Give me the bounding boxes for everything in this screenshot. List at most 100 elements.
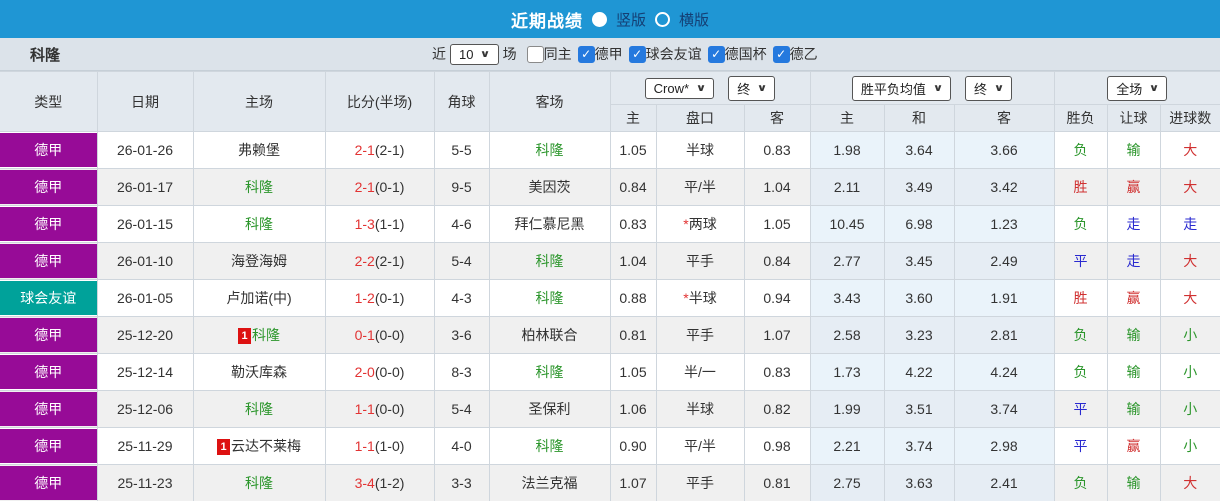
checkbox-label[interactable]: 德乙: [790, 44, 818, 64]
result-goals: 大: [1159, 279, 1220, 317]
league-badge: 球会友谊: [0, 281, 96, 315]
away-team-name[interactable]: 法兰克福: [522, 475, 578, 491]
match-date: 26-01-05: [96, 279, 194, 317]
checkbox-德国杯[interactable]: ✓: [707, 45, 725, 63]
result-goals: 小: [1159, 353, 1220, 391]
home-team-name[interactable]: 科隆: [245, 475, 273, 491]
checkbox-德乙[interactable]: ✓: [772, 45, 790, 63]
away-team-name[interactable]: 柏林联合: [522, 327, 578, 343]
away-team-cell: 圣保利: [488, 390, 611, 428]
avg-win: 1.98: [809, 131, 885, 169]
odds-home: 1.04: [609, 242, 657, 280]
checkbox-球会友谊[interactable]: ✓: [628, 45, 646, 63]
match-score: 3-4(1-2): [324, 464, 435, 501]
home-team-name[interactable]: 弗赖堡: [238, 142, 280, 158]
home-team-name[interactable]: 海登海姆: [231, 253, 287, 269]
vertical-layout-label[interactable]: 竖版: [616, 9, 646, 30]
subcol-avg-win: 主: [809, 104, 885, 132]
range-select[interactable]: 10 ∨: [450, 43, 499, 65]
away-team-name[interactable]: 圣保利: [529, 401, 571, 417]
avg-win: 2.77: [809, 242, 885, 280]
avg-odds-select[interactable]: 胜平负均值 ∨: [851, 75, 952, 101]
match-score: 1-1(1-0): [324, 427, 435, 465]
title-bar: 近期战绩 竖版 横版: [0, 0, 1220, 38]
away-team-name[interactable]: 科隆: [536, 253, 564, 269]
vertical-layout-radio[interactable]: [591, 11, 607, 27]
odds-away: 0.81: [743, 464, 811, 501]
odds-handicap: 平/半: [655, 427, 745, 465]
home-team-cell: 1 云达不莱梅: [192, 427, 326, 465]
odds-handicap: 平手: [655, 464, 745, 501]
checkbox-同主[interactable]: [526, 45, 544, 63]
league-type-cell: 德甲: [0, 131, 98, 169]
home-team-cell: 1 科隆: [192, 316, 326, 354]
halftime-score: (1-0): [374, 438, 405, 454]
fulltime-score: 3-4: [354, 475, 375, 491]
red-card-badge: 1: [217, 439, 230, 456]
fulltime-score: 0-1: [354, 327, 375, 343]
halftime-score: (0-0): [374, 364, 405, 380]
away-team-name[interactable]: 科隆: [536, 290, 564, 306]
halftime-score: (2-1): [374, 142, 405, 158]
home-team-name[interactable]: 科隆: [245, 179, 273, 195]
result-outcome: 负: [1053, 353, 1108, 391]
checkbox-label[interactable]: 德国杯: [725, 44, 767, 64]
home-team-name[interactable]: 科隆: [245, 401, 273, 417]
match-date: 26-01-15: [96, 205, 194, 243]
league-badge: 德甲: [0, 355, 96, 389]
table-row: 德甲 25-12-20 1 科隆 0-1(0-0) 3-6 柏林联合 0.81 平手 1.07 2.…: [0, 316, 1220, 354]
away-team-cell: 拜仁慕尼黑: [488, 205, 611, 243]
away-team-name[interactable]: 拜仁慕尼黑: [515, 216, 585, 232]
away-team-name[interactable]: 科隆: [536, 438, 564, 454]
odds-state-select[interactable]: 终 ∨: [728, 75, 776, 101]
handicap-text: 平/半: [684, 438, 716, 454]
checkbox-label[interactable]: 同主: [544, 44, 572, 64]
odds-company-select[interactable]: Crow* ∨: [644, 77, 715, 99]
handicap-text: 平手: [686, 327, 714, 343]
horizontal-layout-label[interactable]: 横版: [679, 9, 709, 30]
filter-controls: 近 10 ∨ 场 同主 ✓ 德甲 ✓ 球会友谊 ✓ 德国杯 ✓ 德乙: [432, 38, 818, 70]
result-handicap: 赢: [1106, 279, 1161, 317]
odds-state-value: 终: [737, 81, 751, 97]
checkbox-德甲[interactable]: ✓: [577, 45, 595, 63]
home-team-cell: 海登海姆: [192, 242, 326, 280]
match-date: 25-12-06: [96, 390, 194, 428]
result-outcome: 平: [1053, 390, 1108, 428]
odds-handicap: *两球: [655, 205, 745, 243]
home-team-cell: 卢加诺(中): [192, 279, 326, 317]
avg-state-select[interactable]: 终 ∨: [965, 75, 1013, 101]
chevron-down-icon: ∨: [993, 82, 1005, 94]
home-team-name[interactable]: 卢加诺(中): [226, 290, 291, 306]
home-team-name[interactable]: 勒沃库森: [231, 364, 287, 380]
home-team-name[interactable]: 科隆: [245, 216, 273, 232]
away-team-name[interactable]: 美因茨: [529, 179, 571, 195]
odds-home: 0.83: [609, 205, 657, 243]
checkbox-label[interactable]: 球会友谊: [646, 44, 702, 64]
scope-select[interactable]: 全场 ∨: [1107, 75, 1168, 101]
result-goals: 大: [1159, 131, 1220, 169]
home-team-name[interactable]: 科隆: [252, 327, 280, 343]
result-handicap: 输: [1106, 390, 1161, 428]
table-row: 德甲 25-12-14 勒沃库森 2-0(0-0) 8-3 科隆 1.05 半/一 0.83 1.…: [0, 353, 1220, 391]
away-team-name[interactable]: 科隆: [536, 364, 564, 380]
league-badge: 德甲: [0, 244, 96, 278]
team-filter-bar: 科隆 近 10 ∨ 场 同主 ✓ 德甲 ✓ 球会友谊 ✓ 德国杯 ✓ 德乙: [0, 38, 1220, 71]
home-team-name[interactable]: 云达不莱梅: [231, 438, 301, 454]
odds-home: 1.06: [609, 390, 657, 428]
table-row: 德甲 25-12-06 科隆 1-1(0-0) 5-4 圣保利 1.06 半球 0.82 1.99…: [0, 390, 1220, 428]
odds-home: 1.05: [609, 131, 657, 169]
away-team-cell: 法兰克福: [488, 464, 611, 501]
league-type-cell: 德甲: [0, 353, 98, 391]
avg-win: 2.11: [809, 168, 885, 206]
horizontal-layout-radio[interactable]: [655, 11, 670, 27]
avg-state-value: 终: [974, 81, 988, 97]
handicap-text: 半/一: [684, 364, 716, 380]
checkbox-label[interactable]: 德甲: [595, 44, 623, 64]
match-date: 25-12-20: [96, 316, 194, 354]
match-score: 1-1(0-0): [324, 390, 435, 428]
league-type-cell: 德甲: [0, 168, 98, 206]
table-row: 德甲 25-11-23 科隆 3-4(1-2) 3-3 法兰克福 1.07 平手 0.81 2.7…: [0, 464, 1220, 501]
away-team-name[interactable]: 科隆: [536, 142, 564, 158]
result-handicap: 输: [1106, 353, 1161, 391]
avg-win: 2.58: [809, 316, 885, 354]
